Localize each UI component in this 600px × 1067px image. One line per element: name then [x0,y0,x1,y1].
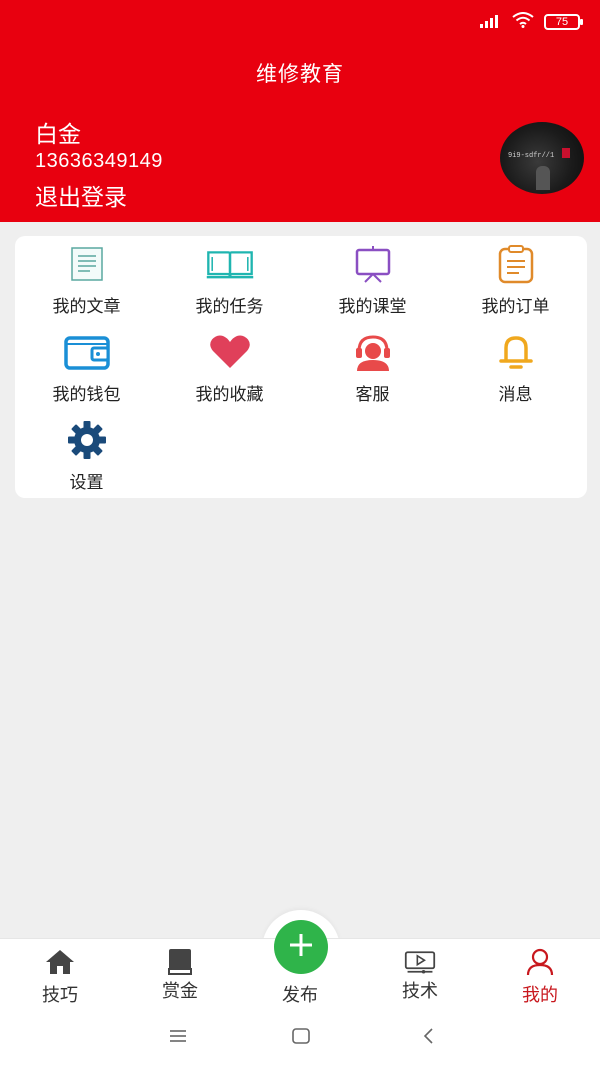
article-icon [63,244,111,284]
signal-icon [480,13,502,32]
menu-item-label: 消息 [498,385,533,405]
menu-item-label: 我的文章 [52,297,121,317]
menu-item-my-orders[interactable]: 我的订单 [444,236,587,317]
presentation-board-icon [349,244,397,284]
avatar-text: 9i9-sdfr//1 [508,152,555,160]
avatar-decor [562,148,570,158]
menu-item-label: 客服 [355,385,390,405]
menu-item-my-tasks[interactable]: 我的任务 [158,236,301,317]
wallet-icon [63,332,111,372]
avatar-figure [536,166,550,190]
heart-icon [206,332,254,372]
user-name: 白金 [35,122,81,148]
tab-mine[interactable]: 我的 [480,939,600,1007]
menu-item-customer-service[interactable]: 客服 [301,324,444,405]
tab-label: 我的 [522,985,558,1006]
menu-item-settings[interactable]: 设置 [15,412,158,493]
menu-item-label: 我的收藏 [195,385,264,405]
menu-item-my-classroom[interactable]: 我的课堂 [301,236,444,317]
gear-icon [63,420,111,460]
menu-item-my-articles[interactable]: 我的文章 [15,236,158,317]
book-icon [164,947,196,977]
plus-icon [288,932,314,962]
tab-tips[interactable]: 技巧 [0,939,120,1007]
menu-item-my-favorites[interactable]: 我的收藏 [158,324,301,405]
logout-button[interactable]: 退出登录 [35,178,127,212]
tab-label: 技巧 [42,985,78,1006]
wifi-icon [512,12,534,32]
menu-icon[interactable] [163,1024,193,1048]
clipboard-icon [492,244,540,284]
headset-support-icon [349,332,397,372]
tab-bounty[interactable]: 赏金 [120,939,240,1007]
menu-item-messages[interactable]: 消息 [444,324,587,405]
tab-label: 赏金 [162,981,198,1002]
bell-icon [492,332,540,372]
battery-indicator: 75 [544,14,583,30]
home-icon [44,947,76,977]
page-title: 维修教育 [256,62,344,86]
video-play-icon [404,947,436,977]
tab-label: 技术 [402,981,438,1002]
user-phone: 13636349149 [35,150,163,172]
menu-item-label: 设置 [69,473,104,493]
menu-item-label: 我的任务 [195,297,264,317]
profile-header: 75 维修教育 白金 13636349149 退出登录 9i9-sdfr//1 [0,0,600,222]
back-icon[interactable] [413,1024,443,1048]
avatar[interactable]: 9i9-sdfr//1 [500,122,584,194]
menu-card: 我的文章 我的任务 我的课堂 我的订单 我的钱包 我的收藏 客服 消息 设置 [15,236,587,498]
home-nav-icon[interactable] [286,1024,316,1048]
menu-item-label: 我的课堂 [338,297,407,317]
tab-technology[interactable]: 技术 [360,939,480,1007]
status-bar: 75 [480,10,583,34]
user-icon [524,947,556,977]
menu-item-label: 我的钱包 [52,385,121,405]
menu-item-my-wallet[interactable]: 我的钱包 [15,324,158,405]
system-nav-bar [0,1006,600,1067]
publish-button[interactable] [274,920,328,974]
open-book-icon [206,244,254,284]
tab-label: 发布 [282,985,318,1006]
menu-item-label: 我的订单 [481,297,550,317]
